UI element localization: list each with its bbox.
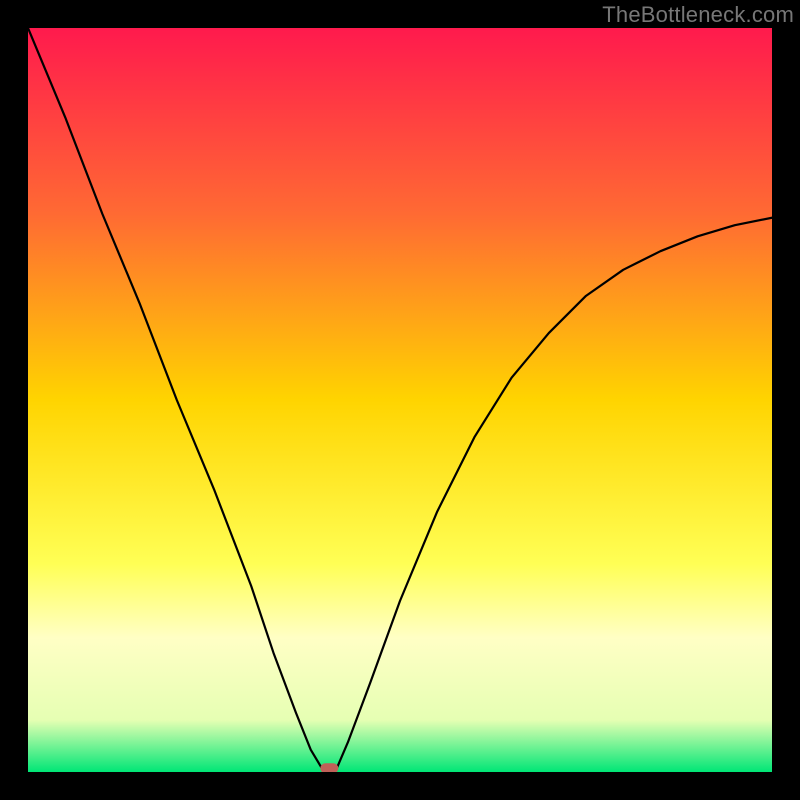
chart-svg: [28, 28, 772, 772]
gradient-background: [28, 28, 772, 772]
plot-area: [28, 28, 772, 772]
chart-frame: TheBottleneck.com: [0, 0, 800, 800]
watermark-text: TheBottleneck.com: [602, 2, 794, 28]
optimal-marker: [320, 763, 338, 772]
